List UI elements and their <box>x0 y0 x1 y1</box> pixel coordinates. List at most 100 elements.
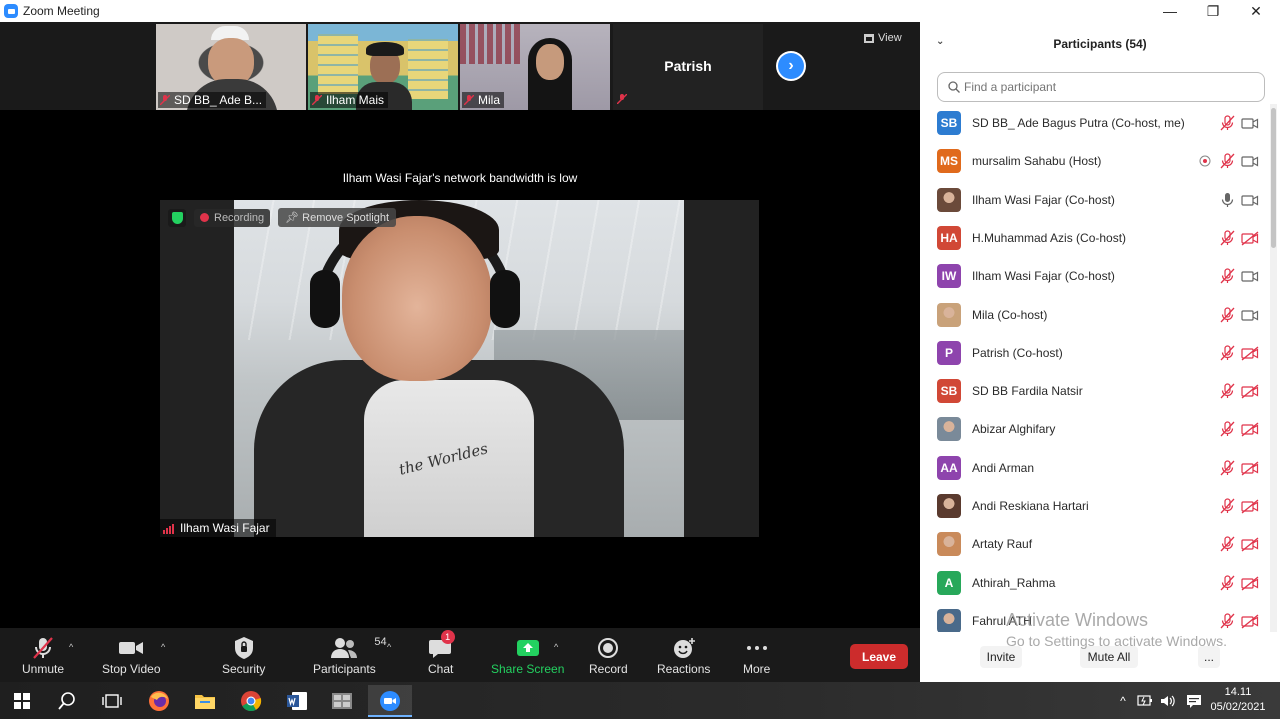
reactions-label: Reactions <box>657 662 711 676</box>
muted-mic-icon[interactable] <box>1219 613 1235 629</box>
next-page-button[interactable]: › <box>776 51 806 81</box>
participant-row[interactable]: SB SD BB Fardila Natsir <box>920 372 1270 410</box>
audio-options-caret[interactable]: ^ <box>69 642 73 652</box>
video-camera-icon[interactable] <box>1241 153 1259 169</box>
close-button[interactable]: ✕ <box>1236 0 1276 22</box>
share-options-caret[interactable]: ^ <box>554 642 558 652</box>
name-only-tile[interactable]: Patrish <box>613 24 763 110</box>
participants-count: 54 <box>374 636 387 648</box>
participant-row[interactable]: Ilham Wasi Fajar (Co-host) <box>920 181 1270 219</box>
participant-row[interactable]: Artaty Rauf <box>920 525 1270 563</box>
participant-row[interactable]: AA Andi Arman <box>920 449 1270 487</box>
chrome-icon[interactable] <box>237 687 265 715</box>
muted-mic-icon[interactable] <box>1219 153 1235 169</box>
video-camera-icon[interactable] <box>1241 115 1259 131</box>
leave-button[interactable]: Leave <box>850 644 908 669</box>
participant-name: Andi Reskiana Hartari <box>972 499 1089 513</box>
chat-button[interactable]: 1 Chat <box>428 630 455 676</box>
video-off-icon[interactable] <box>1241 613 1259 629</box>
participant-row[interactable]: Abizar Alghifary <box>920 410 1270 448</box>
security-button[interactable]: Security <box>222 634 265 676</box>
encryption-shield-icon[interactable] <box>168 208 186 227</box>
windows-start-icon[interactable] <box>8 687 36 715</box>
scrollbar-thumb[interactable] <box>1271 108 1276 248</box>
file-explorer-icon[interactable] <box>191 687 219 715</box>
muted-mic-icon[interactable] <box>1219 115 1235 131</box>
remove-spotlight-button[interactable]: 📌︎ Remove Spotlight <box>278 208 396 227</box>
participants-button[interactable]: 54 Participants <box>313 634 387 676</box>
search-icon[interactable] <box>53 687 81 715</box>
participant-name: SD BB_ Ade Bagus Putra (Co-host, me) <box>972 116 1185 130</box>
invite-button[interactable]: Invite <box>980 646 1022 668</box>
video-off-icon[interactable] <box>1241 460 1259 476</box>
shield-icon <box>234 637 253 659</box>
muted-mic-icon <box>160 95 170 105</box>
participant-row[interactable]: A Athirah_Rahma <box>920 564 1270 602</box>
volume-icon[interactable] <box>1160 694 1176 708</box>
video-off-icon[interactable] <box>1241 345 1259 361</box>
tray-chevron-icon[interactable]: ^ <box>1114 694 1132 708</box>
avatar: SB <box>937 379 961 404</box>
muted-mic-icon[interactable] <box>1219 536 1235 552</box>
share-screen-button[interactable]: Share Screen <box>491 634 564 676</box>
task-view-icon[interactable] <box>98 687 126 715</box>
mic-icon[interactable] <box>1219 192 1235 208</box>
video-off-icon[interactable] <box>1241 536 1259 552</box>
spotlight-video[interactable]: the Worldes Recording 📌︎ Remove Spotligh… <box>160 200 759 537</box>
mute-all-button[interactable]: Mute All <box>1080 646 1138 668</box>
video-off-icon[interactable] <box>1241 383 1259 399</box>
video-options-caret[interactable]: ^ <box>161 642 165 652</box>
participant-row[interactable]: SB SD BB_ Ade Bagus Putra (Co-host, me) <box>920 104 1270 142</box>
muted-mic-icon[interactable] <box>1219 306 1235 323</box>
participant-row[interactable]: Mila (Co-host) <box>920 296 1270 334</box>
minimize-button[interactable]: — <box>1150 0 1190 22</box>
photos-icon[interactable] <box>328 687 356 715</box>
avatar <box>937 608 961 632</box>
word-icon[interactable] <box>283 687 311 715</box>
muted-mic-icon[interactable] <box>1219 345 1235 361</box>
unmute-button[interactable]: Unmute <box>22 634 64 676</box>
recording-indicator[interactable]: Recording <box>194 208 271 227</box>
muted-mic-icon[interactable] <box>1219 421 1235 437</box>
video-off-icon[interactable] <box>1241 498 1259 514</box>
more-button[interactable]: More <box>743 634 770 676</box>
panel-more-button[interactable]: ... <box>1198 646 1220 668</box>
search-input[interactable] <box>964 80 1254 94</box>
view-label: View <box>878 32 902 44</box>
video-camera-icon[interactable] <box>1241 307 1259 323</box>
reactions-button[interactable]: Reactions <box>657 634 710 676</box>
muted-mic-icon[interactable] <box>1219 574 1235 591</box>
system-clock[interactable]: 14.11 05/02/2021 <box>1200 685 1276 715</box>
video-thumbnail[interactable]: SD BB_ Ade B... <box>156 24 306 110</box>
collapse-chevron-icon[interactable]: ⌄ <box>936 36 944 47</box>
muted-mic-icon[interactable] <box>1219 460 1235 476</box>
participant-list-scrollbar[interactable] <box>1270 104 1277 632</box>
participant-row[interactable]: HA H.Muhammad Azis (Co-host) <box>920 219 1270 257</box>
video-off-icon[interactable] <box>1241 421 1259 437</box>
video-camera-icon[interactable] <box>1241 192 1259 208</box>
view-button[interactable]: View <box>864 32 902 44</box>
video-off-icon[interactable] <box>1241 230 1259 246</box>
muted-mic-icon[interactable] <box>1219 498 1235 514</box>
video-thumbnail[interactable]: Ilham Mais <box>308 24 458 110</box>
power-battery-icon[interactable] <box>1136 694 1154 708</box>
participant-name: Andi Arman <box>972 460 1035 475</box>
video-off-icon[interactable] <box>1241 575 1259 591</box>
participant-row[interactable]: P Patrish (Co-host) <box>920 334 1270 372</box>
participant-row[interactable]: MS mursalim Sahabu (Host) <box>920 142 1270 180</box>
chat-unread-badge: 1 <box>440 630 455 644</box>
firefox-icon[interactable] <box>145 687 173 715</box>
stop-video-button[interactable]: Stop Video <box>102 634 161 676</box>
participants-options-caret[interactable]: ^ <box>387 642 391 652</box>
muted-mic-icon[interactable] <box>1219 230 1235 246</box>
zoom-icon[interactable] <box>368 685 412 717</box>
record-button[interactable]: Record <box>589 634 628 676</box>
participant-row[interactable]: IW Ilham Wasi Fajar (Co-host) <box>920 257 1270 295</box>
muted-mic-icon[interactable] <box>1219 268 1235 284</box>
participant-search[interactable] <box>937 72 1265 102</box>
video-camera-icon[interactable] <box>1241 268 1259 284</box>
restore-button[interactable]: ❐ <box>1193 0 1233 22</box>
muted-mic-icon[interactable] <box>1219 383 1235 399</box>
participant-row[interactable]: Andi Reskiana Hartari <box>920 487 1270 525</box>
video-thumbnail[interactable]: Mila <box>460 24 610 110</box>
